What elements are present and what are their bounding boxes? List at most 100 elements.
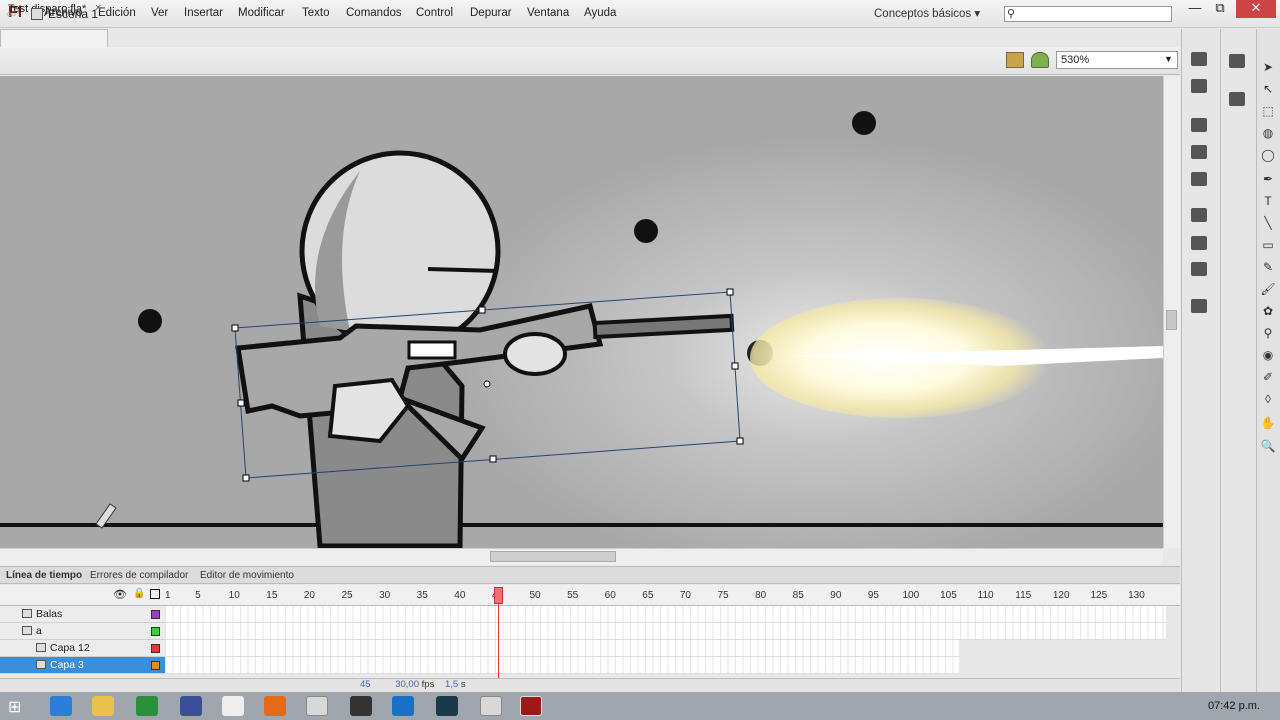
menu-item[interactable]: Ventana <box>527 7 569 19</box>
line-icon[interactable]: ╲ <box>1257 216 1279 230</box>
timeline-header: 👁 🔒 151015202530354045505560657075808590… <box>0 585 1180 606</box>
align-icon[interactable] <box>1191 118 1207 132</box>
free-transform-icon[interactable]: ⬚ <box>1257 104 1279 118</box>
text-icon[interactable]: T <box>1257 194 1279 208</box>
chrome-window-icon[interactable] <box>480 696 502 716</box>
layer-color-swatch[interactable] <box>151 627 160 636</box>
menu-item[interactable]: Edición <box>98 7 136 19</box>
help-search-input[interactable] <box>1004 6 1172 22</box>
flash-app-icon[interactable] <box>520 696 542 716</box>
rectangle-icon[interactable]: ▭ <box>1257 238 1279 252</box>
layer-color-swatch[interactable] <box>151 644 160 653</box>
eye-icon[interactable]: 👁 <box>113 588 127 601</box>
frame-row[interactable] <box>166 657 959 674</box>
menu-item[interactable]: Depurar <box>470 7 512 19</box>
stage-canvas[interactable] <box>0 76 1163 548</box>
pencil-icon[interactable]: ✎ <box>1257 260 1279 274</box>
frame-number: 105 <box>940 590 957 601</box>
vertical-scroll-thumb[interactable] <box>1166 310 1177 330</box>
layer-row[interactable]: Balas <box>0 606 165 623</box>
ie-icon[interactable] <box>50 696 72 716</box>
eyedropper-icon[interactable]: ✐ <box>1257 370 1279 384</box>
menu-item[interactable]: Ver <box>151 7 168 19</box>
tab-timeline[interactable]: Línea de tiempo <box>6 570 82 581</box>
eraser-icon[interactable]: ◊ <box>1257 392 1279 406</box>
window-icon[interactable] <box>222 696 244 716</box>
close-window-button[interactable]: ✕ <box>1236 0 1276 18</box>
timeline-tabs: Línea de tiempo Errores de compilador Ed… <box>0 566 1180 584</box>
scene-label[interactable]: Escena 1 <box>48 7 98 21</box>
frame-number: 35 <box>416 590 428 601</box>
output-icon[interactable] <box>1191 299 1207 313</box>
layer-color-swatch[interactable] <box>151 661 160 670</box>
motion-presets-icon[interactable] <box>1191 262 1207 276</box>
zoom-select[interactable]: 530% <box>1056 51 1178 69</box>
layer-row[interactable]: Capa 3 <box>0 657 165 674</box>
lock-icon[interactable]: 🔒 <box>133 588 145 599</box>
frame-row[interactable] <box>166 623 1166 640</box>
layer-icon <box>36 643 46 652</box>
time-unit: s <box>460 679 466 690</box>
bullet <box>138 309 162 333</box>
frame-number: 100 <box>902 590 920 601</box>
layer-row[interactable]: Capa 12 <box>0 640 165 657</box>
frame-row[interactable] <box>166 606 1166 623</box>
frame-number: 25 <box>341 590 353 601</box>
chrome-icon[interactable] <box>306 696 328 716</box>
fps-unit: fps <box>421 679 435 690</box>
layer-name: Capa 12 <box>50 642 90 654</box>
subselection-icon[interactable]: ↖ <box>1257 82 1279 96</box>
back-arrow-icon[interactable]: ⇦ <box>6 7 16 21</box>
brush-icon[interactable]: 🖌 <box>1257 282 1279 296</box>
pen-icon[interactable]: ✒ <box>1257 172 1279 186</box>
excel-icon[interactable] <box>136 696 158 716</box>
horizontal-scroll-thumb[interactable] <box>490 551 616 562</box>
align-grid-icon[interactable] <box>1191 79 1207 93</box>
selection-icon[interactable]: ➤ <box>1257 60 1279 74</box>
windows-start-icon[interactable]: ⊞ <box>8 697 21 717</box>
folder-icon[interactable] <box>92 696 114 716</box>
library-icon[interactable] <box>1229 54 1245 68</box>
components-icon[interactable] <box>1191 236 1207 250</box>
outline-icon[interactable] <box>150 589 160 599</box>
layer-color-swatch[interactable] <box>151 610 160 619</box>
media-icon[interactable] <box>180 696 202 716</box>
edit-symbols-icon[interactable] <box>1031 52 1049 68</box>
lasso-icon[interactable]: ◯ <box>1257 148 1279 162</box>
transform-panel-icon[interactable] <box>1191 52 1207 66</box>
current-frame: 45 <box>360 679 371 690</box>
bone-icon[interactable]: ⚲ <box>1257 326 1279 340</box>
menu-item[interactable]: Control <box>416 7 453 19</box>
zoom-icon[interactable]: 🔍 <box>1257 439 1279 453</box>
edge-icon[interactable] <box>392 696 414 716</box>
transform-icon[interactable] <box>1191 172 1207 186</box>
hand-icon[interactable]: ✋ <box>1257 416 1279 430</box>
layer-row[interactable]: a <box>0 623 165 640</box>
frame-number: 1 <box>165 590 171 601</box>
restore-button[interactable]: ⧉ <box>1205 0 1235 18</box>
tab-compiler-errors[interactable]: Errores de compilador <box>90 570 188 581</box>
edit-scene-icon[interactable] <box>1006 52 1024 68</box>
frame-number: 70 <box>679 590 691 601</box>
3d-rotation-icon[interactable]: ◍ <box>1257 126 1279 140</box>
playhead[interactable] <box>494 587 503 604</box>
terminal-icon[interactable] <box>436 696 458 716</box>
code-snippets-icon[interactable] <box>1191 208 1207 222</box>
menu-item[interactable]: Ayuda <box>584 7 616 19</box>
menu-item[interactable]: Insertar <box>184 7 223 19</box>
rifle-window <box>407 340 457 360</box>
tab-motion-editor[interactable]: Editor de movimiento <box>200 570 294 581</box>
properties-icon[interactable] <box>1229 92 1245 106</box>
menu-item[interactable]: Modificar <box>238 7 285 19</box>
paint-bucket-icon[interactable]: ◉ <box>1257 348 1279 362</box>
document-tab[interactable] <box>0 29 108 47</box>
office-icon[interactable] <box>264 696 286 716</box>
menu-item[interactable]: Texto <box>302 7 330 19</box>
deco-icon[interactable]: ✿ <box>1257 304 1279 318</box>
workspace-switcher[interactable]: Conceptos básicos ▾ <box>874 6 980 20</box>
menu-item[interactable]: Comandos <box>346 7 402 19</box>
frame-row[interactable] <box>166 640 959 657</box>
info-icon[interactable] <box>1191 145 1207 159</box>
transform-pivot <box>483 380 491 388</box>
search-app-icon[interactable] <box>350 696 372 716</box>
